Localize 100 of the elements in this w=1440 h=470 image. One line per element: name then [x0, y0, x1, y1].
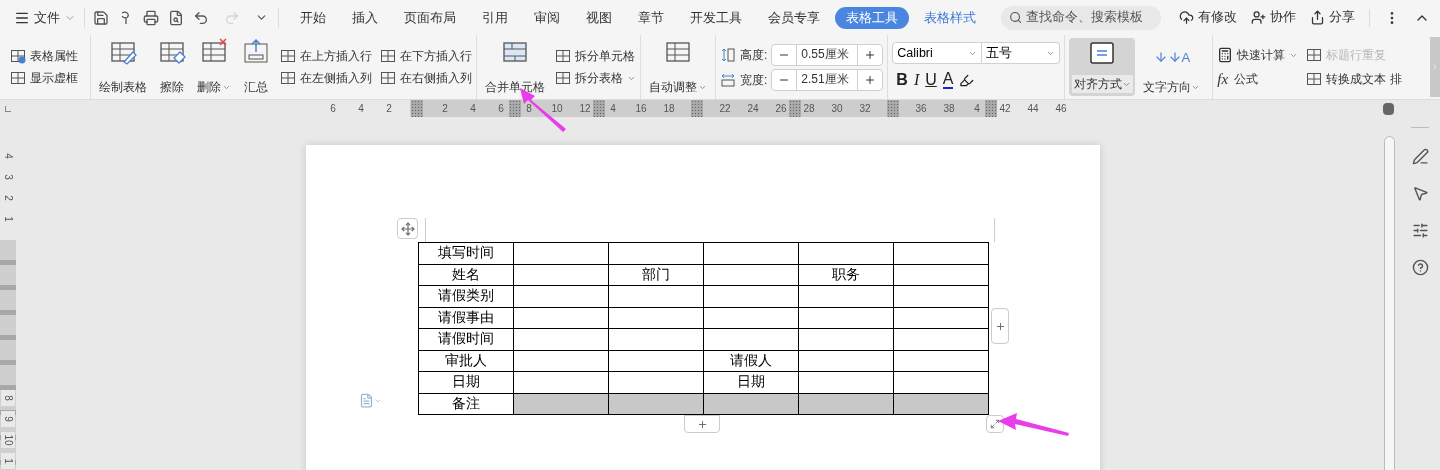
text-direction-glyph: A — [1153, 38, 1191, 64]
menu-tab[interactable]: 表格样式 — [913, 6, 987, 29]
ruler-number: 32 — [858, 102, 872, 116]
ruler-number: 6 — [329, 102, 337, 116]
ruler-number: 1 — [1, 453, 15, 469]
scrollbar[interactable] — [1384, 136, 1395, 470]
italic-button[interactable]: I — [913, 68, 920, 92]
insert-button[interactable]: 在右侧插入列 — [380, 67, 472, 89]
cloud-icon — [1179, 10, 1194, 25]
menu-tab[interactable]: 会员专享 — [757, 6, 831, 29]
toolbar-action[interactable]: 协作 — [1251, 8, 1296, 27]
menu-tab[interactable]: 章节 — [627, 6, 675, 29]
menu-tab[interactable]: 插入 — [341, 6, 389, 29]
ruler-number: 10 — [1, 432, 15, 448]
erase-button[interactable]: 擦除 — [154, 38, 190, 96]
menu-tab[interactable]: 视图 — [575, 6, 623, 29]
insert-button[interactable]: 在左侧插入列 — [280, 67, 372, 89]
column-width-icon — [720, 71, 736, 88]
alignment-button[interactable]: 对齐方式 — [1069, 38, 1136, 96]
ruler-number: 18 — [662, 102, 676, 116]
show-gridlines-button[interactable]: 显示虚框 — [10, 67, 86, 89]
menu-tab[interactable]: 引用 — [471, 6, 519, 29]
toolbar-action[interactable]: 有修改 — [1179, 8, 1237, 27]
ruler-number: 30 — [830, 102, 844, 116]
formula-button[interactable]: fx 公式 — [1217, 68, 1299, 90]
upload-tray-icon — [242, 38, 270, 66]
spin-field[interactable]: 0.55厘米 — [771, 43, 884, 66]
ruler-number: 28 — [802, 102, 816, 116]
draw-table-button[interactable]: 绘制表格 — [95, 38, 151, 96]
ruler-marker[interactable] — [593, 100, 605, 117]
increment-icon[interactable] — [864, 73, 877, 86]
ruler-number: 16 — [634, 102, 648, 116]
menu-tab[interactable]: 表格工具 — [835, 6, 909, 29]
summary-button[interactable]: 汇总 — [238, 38, 274, 96]
settings-icon[interactable] — [1411, 222, 1429, 239]
ruler-number: 38 — [942, 102, 956, 116]
print-icon[interactable] — [143, 9, 159, 26]
ruler-number: 4 — [357, 102, 365, 116]
font-color-button[interactable]: A — [942, 71, 954, 89]
ruler-number: 2 — [385, 102, 393, 116]
ruler-number: 2 — [2, 195, 15, 201]
save-icon[interactable] — [93, 9, 109, 26]
ribbon-label[interactable]: 排 — [1390, 70, 1403, 88]
increment-icon[interactable] — [864, 48, 877, 61]
ruler-number: 8 — [1, 390, 15, 406]
table-properties-button[interactable]: 表格属性 — [10, 45, 86, 67]
ruler-number: 1 — [2, 216, 15, 222]
help-icon[interactable] — [1411, 259, 1429, 276]
ruler-number: 24 — [746, 102, 760, 116]
ruler-number: 6 — [497, 102, 505, 116]
search-field[interactable]: 查找命令、搜索模板 — [1001, 5, 1161, 30]
ruler-marker[interactable] — [789, 100, 801, 117]
undo-icon[interactable] — [193, 9, 209, 26]
insert-row-icon — [280, 48, 296, 64]
ruler-number: 3 — [2, 174, 15, 180]
cursor-icon[interactable] — [1411, 185, 1429, 202]
bold-button[interactable]: B — [896, 68, 908, 92]
ruler-marker[interactable] — [985, 100, 997, 117]
file-menu[interactable]: 文件 — [14, 7, 76, 28]
highlighter-icon[interactable] — [959, 72, 975, 88]
table-move-handle[interactable] — [397, 218, 418, 239]
gridlines-icon — [10, 70, 26, 86]
delete-button[interactable]: 删除 — [193, 38, 235, 96]
ruler-number: 9 — [1, 411, 15, 427]
table-cell: 审批人 — [418, 350, 514, 372]
spin-field[interactable]: 2.51厘米 — [771, 68, 884, 91]
menu-tab[interactable]: 开始 — [289, 6, 337, 29]
split-cells-button[interactable]: 拆分单元格 — [555, 45, 636, 67]
font-size-select[interactable]: 五号 — [982, 42, 1061, 64]
menu-tab[interactable]: 页面布局 — [393, 6, 467, 29]
menu-tab[interactable]: 审阅 — [523, 6, 571, 29]
autofit-button[interactable]: 自动调整 — [645, 38, 711, 96]
calculator-icon — [1217, 47, 1234, 63]
insert-button[interactable]: 在下方插入行 — [380, 45, 472, 67]
plus-icon — [696, 418, 708, 430]
view-toggle-icon[interactable] — [1383, 103, 1394, 115]
ruler-number: 10 — [550, 102, 564, 116]
pen-icon[interactable] — [1411, 148, 1429, 165]
toolbar-action[interactable]: 分享 — [1310, 8, 1355, 27]
chevron-right-icon — [1431, 63, 1439, 71]
field-label: 高度: — [740, 46, 768, 64]
table-cell: 姓名 — [418, 264, 514, 286]
quick-calc-button[interactable]: 快速计算 — [1217, 44, 1299, 66]
table-cell: 请假事由 — [418, 307, 514, 329]
text-direction-button[interactable]: A 文字方向 — [1135, 38, 1209, 96]
ruler-number: 42 — [998, 102, 1012, 116]
ruler-marker[interactable] — [509, 100, 521, 117]
ruler-number: 12 — [578, 102, 592, 116]
insert-button[interactable]: 在上方插入行 — [280, 45, 372, 67]
font-family-select[interactable]: Calibri — [892, 42, 983, 64]
split-table-button[interactable]: 拆分表格 — [555, 67, 636, 89]
menu-tab[interactable]: 开发工具 — [679, 6, 753, 29]
move-icon — [400, 221, 415, 236]
table-cell: 填写时间 — [418, 242, 514, 264]
convert-to-text-button[interactable]: 转换成文本 — [1306, 68, 1387, 90]
table-resize-handle[interactable] — [986, 415, 1004, 433]
repeat-header-icon — [1306, 47, 1323, 63]
print-preview-icon[interactable] — [168, 9, 184, 26]
underline-button[interactable]: U — [925, 68, 937, 92]
table-cell: 请假类别 — [418, 285, 514, 307]
